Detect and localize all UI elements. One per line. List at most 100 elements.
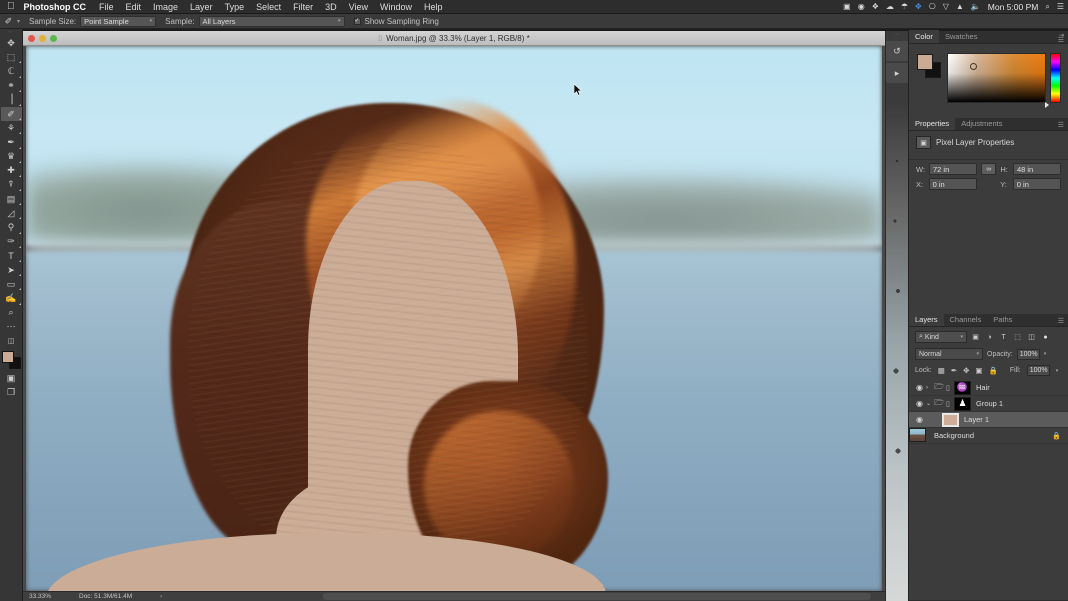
panel-menu-icon[interactable]: ☰	[1058, 121, 1064, 129]
menu-type[interactable]: Type	[225, 2, 245, 12]
table-row[interactable]: ◉ ⌄ 🗁 ▯ ♟ Group 1	[909, 396, 1068, 412]
menu-filter[interactable]: Filter	[293, 2, 313, 12]
clock[interactable]: Mon 5:00 PM	[988, 2, 1039, 12]
quick-mask-toggle[interactable]: ▣	[1, 371, 22, 385]
image-canvas[interactable]	[26, 46, 882, 591]
filter-adjustment-icon[interactable]: ◑	[984, 332, 995, 343]
table-row[interactable]: ◉ Background 🔒	[909, 428, 1068, 444]
menu-image[interactable]: Image	[153, 2, 178, 12]
menu-help[interactable]: Help	[424, 2, 443, 12]
layer-visibility-toggle[interactable]: ◉	[913, 415, 926, 424]
menu-file[interactable]: File	[99, 2, 114, 12]
cloud-icon[interactable]: ☁	[886, 3, 894, 11]
width-input[interactable]: 72 in	[929, 163, 978, 175]
tab-paths[interactable]: Paths	[987, 313, 1018, 326]
chevron-down-icon[interactable]: ▾	[1044, 351, 1047, 357]
menu-view[interactable]: View	[349, 2, 368, 12]
active-app-name[interactable]: Photoshop CC	[24, 2, 87, 12]
layer-name[interactable]: Group 1	[976, 399, 1003, 408]
foreground-color-swatch[interactable]	[917, 54, 933, 70]
filter-pixel-icon[interactable]: ▣	[970, 332, 981, 343]
rectangle-tool[interactable]: ▭	[1, 277, 22, 291]
move-tool[interactable]: ✥	[1, 36, 22, 50]
zoom-tool[interactable]: ⌕	[1, 306, 22, 320]
screen-mode-button[interactable]: ❐	[1, 385, 22, 399]
close-button[interactable]	[28, 35, 35, 42]
wifi-icon[interactable]: ▽	[943, 3, 949, 11]
apple-icon[interactable]: 	[7, 1, 15, 12]
maximize-button[interactable]	[50, 35, 57, 42]
panel-menu-icon[interactable]: ☰	[1058, 317, 1064, 325]
link-dimensions-icon[interactable]: ∞	[981, 163, 997, 175]
color-spectrum-field[interactable]	[947, 53, 1046, 103]
layer-name[interactable]: Hair	[976, 383, 990, 392]
layer-visibility-toggle[interactable]: ◉	[913, 383, 926, 392]
menu-edit[interactable]: Edit	[126, 2, 142, 12]
volume-icon[interactable]: 🔈	[971, 3, 981, 11]
chevron-down-icon[interactable]: ⌄	[926, 400, 934, 407]
eyedropper-icon[interactable]: ✐	[0, 16, 17, 27]
table-row[interactable]: ◉ Layer 1	[909, 412, 1068, 428]
menu-3d[interactable]: 3D	[325, 2, 337, 12]
layer-name[interactable]: Background	[934, 431, 974, 440]
healing-brush-tool[interactable]: ⚘	[1, 121, 22, 135]
chevron-down-icon[interactable]: ▾	[1056, 368, 1059, 374]
filter-smart-object-icon[interactable]: ◫	[1026, 332, 1037, 343]
panel-menu-icon[interactable]: ☰	[1058, 36, 1064, 44]
tab-swatches[interactable]: Swatches	[939, 30, 984, 43]
tab-properties[interactable]: Properties	[909, 117, 956, 130]
dodge-tool[interactable]: ⚲	[1, 220, 22, 234]
foreground-color-swatch[interactable]	[1, 351, 14, 364]
clone-stamp-tool[interactable]: ♛	[1, 150, 22, 164]
eject-icon[interactable]: ▲	[956, 3, 964, 11]
menu-layer[interactable]: Layer	[190, 2, 213, 12]
toolbar-grip[interactable]: ⋯	[0, 29, 22, 36]
search-icon[interactable]: ⌕	[1045, 3, 1049, 11]
hue-strip[interactable]	[1050, 53, 1061, 103]
chevron-right-icon[interactable]: ›	[926, 385, 934, 391]
lock-artboard-icon[interactable]: ▣	[975, 366, 982, 375]
layer-mask-thumbnail[interactable]: ♒	[954, 380, 971, 395]
hand-tool[interactable]: ✍	[1, 291, 22, 305]
tab-adjustments[interactable]: Adjustments	[955, 117, 1008, 130]
dropbox-icon[interactable]: ❖	[872, 3, 879, 11]
umbrella-icon[interactable]: ☂	[901, 3, 908, 11]
fill-input[interactable]: 100%	[1026, 365, 1050, 376]
filter-shape-icon[interactable]: ⬚	[1012, 332, 1023, 343]
layer-filter-kind-select[interactable]: ⌕ Kind ▾	[915, 331, 967, 343]
layer-thumbnail[interactable]	[942, 412, 959, 427]
layer-thumbnail[interactable]	[909, 428, 926, 442]
rail-grip[interactable]: ⋯	[886, 31, 908, 39]
eyedropper-tool[interactable]: ✐	[0, 106, 22, 122]
layer-visibility-toggle[interactable]: ◉	[913, 399, 926, 408]
pen-tool[interactable]: ✑	[1, 235, 22, 249]
sample-select[interactable]: All Layers ▾	[198, 15, 345, 27]
screen-record-icon[interactable]: ▣	[843, 3, 851, 11]
minimize-button[interactable]	[39, 35, 46, 42]
x-input[interactable]: 0 in	[928, 178, 977, 190]
y-input[interactable]: 0 in	[1012, 178, 1061, 190]
type-tool[interactable]: T	[1, 249, 22, 263]
gradient-tool[interactable]: ▤	[1, 192, 22, 206]
lock-all-icon[interactable]: 🔒	[989, 366, 998, 375]
blur-tool[interactable]: ◿	[1, 206, 22, 220]
history-panel-icon[interactable]: ↺	[886, 41, 908, 61]
history-brush-tool[interactable]: ✚	[1, 164, 22, 178]
spiral-icon[interactable]: ◉	[858, 3, 865, 11]
tool-preset-caret-icon[interactable]: ▾	[17, 18, 20, 25]
tab-channels[interactable]: Channels	[944, 313, 988, 326]
canvas-area[interactable]	[23, 46, 885, 591]
lasso-tool[interactable]: ℂ	[1, 64, 22, 78]
sample-size-select[interactable]: Point Sample ▾	[80, 15, 157, 27]
actions-panel-icon[interactable]: ▸	[886, 63, 908, 83]
lock-image-pixels-icon[interactable]: ✒	[951, 366, 957, 375]
bluetooth-icon[interactable]: ✥	[915, 3, 922, 11]
brush-tool[interactable]: ✒	[1, 135, 22, 149]
tab-color[interactable]: Color	[909, 30, 939, 43]
menu-window[interactable]: Window	[380, 2, 412, 12]
table-row[interactable]: ◉ › 🗁 ▯ ♒ Hair	[909, 380, 1068, 396]
show-sampling-ring-checkbox[interactable]: ✓	[353, 17, 361, 25]
rectangular-marquee-tool[interactable]: ⬚	[1, 50, 22, 64]
lock-transparent-pixels-icon[interactable]: ▦	[938, 366, 945, 375]
lock-position-icon[interactable]: ✥	[963, 366, 969, 375]
